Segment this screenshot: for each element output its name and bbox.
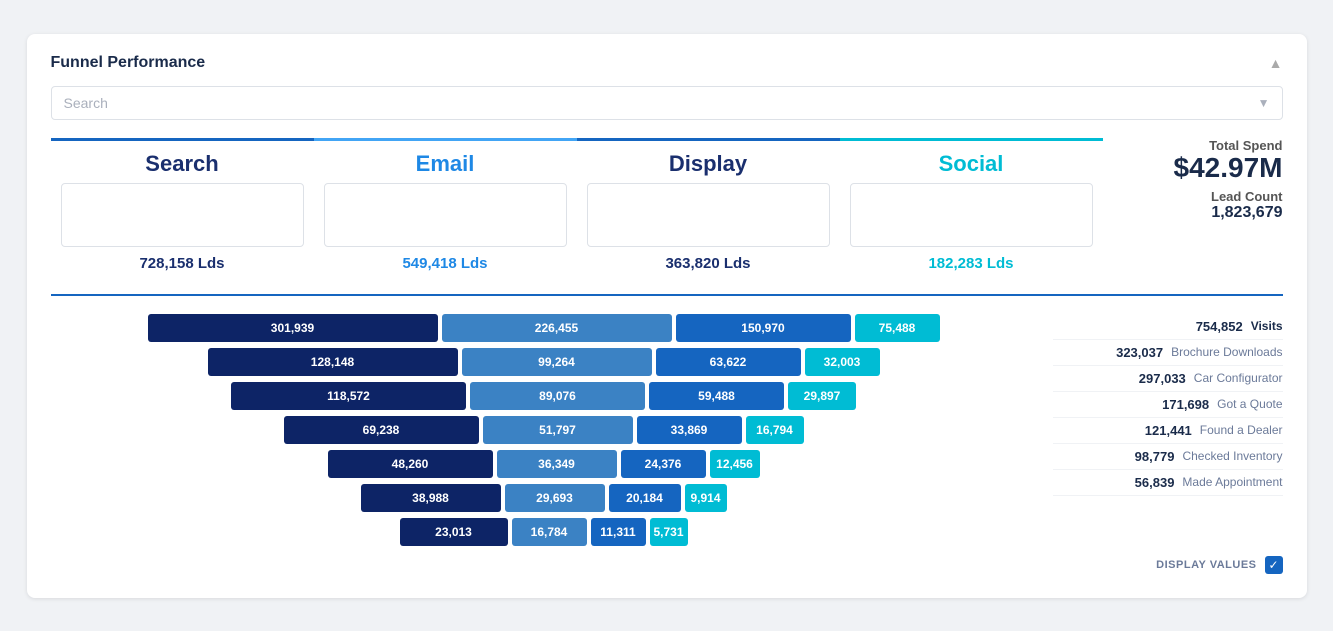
main-content: 301,939226,455150,97075,488 128,14899,264… xyxy=(51,314,1283,546)
funnel-bar: 99,264 xyxy=(462,348,652,376)
display-values-label: DISPLAY VALUES xyxy=(1156,559,1256,571)
funnel-bar: 38,988 xyxy=(361,484,501,512)
legend-panel: 754,852 Visits 323,037 Brochure Downloads 29… xyxy=(1053,314,1283,546)
channel-search-leads: 728,158 Lds xyxy=(139,255,224,272)
channel-search-name: Search xyxy=(145,151,218,177)
funnel-bar: 36,349 xyxy=(497,450,617,478)
channel-search[interactable]: Search 728,158 Lds xyxy=(51,138,314,272)
legend-row: 754,852 Visits xyxy=(1053,314,1283,340)
funnel-bar: 23,013 xyxy=(400,518,508,546)
channel-email-leads: 549,418 Lds xyxy=(402,255,487,272)
funnel-bar: 5,731 xyxy=(650,518,688,546)
funnel-bar-row: 38,98829,69320,1849,914 xyxy=(51,484,1037,512)
funnel-bar: 12,456 xyxy=(710,450,760,478)
funnel-bar: 51,797 xyxy=(483,416,633,444)
channel-display-name: Display xyxy=(669,151,747,177)
lead-count-value: 1,823,679 xyxy=(1211,204,1282,222)
legend-label: Brochure Downloads xyxy=(1171,345,1282,359)
display-values-row: DISPLAY VALUES ✓ xyxy=(51,556,1283,574)
legend-label: Car Configurator xyxy=(1194,371,1283,385)
channel-social[interactable]: Social 182,283 Lds xyxy=(840,138,1103,272)
funnel-bar-row: 301,939226,455150,97075,488 xyxy=(51,314,1037,342)
channel-display[interactable]: Display 363,820 Lds xyxy=(577,138,840,272)
total-spend-value: $42.97M xyxy=(1174,153,1283,184)
funnel-bars: 301,939226,455150,97075,488 128,14899,264… xyxy=(51,314,1037,546)
funnel-bar: 63,622 xyxy=(656,348,801,376)
legend-label: Got a Quote xyxy=(1217,397,1282,411)
section-divider xyxy=(51,294,1283,296)
funnel-bar: 20,184 xyxy=(609,484,681,512)
legend-value: 121,441 xyxy=(1137,423,1192,438)
channel-email-name: Email xyxy=(416,151,475,177)
legend-value: 297,033 xyxy=(1131,371,1186,386)
funnel-bar: 118,572 xyxy=(231,382,466,410)
channel-display-leads: 363,820 Lds xyxy=(665,255,750,272)
funnel-bar: 24,376 xyxy=(621,450,706,478)
channel-social-leads: 182,283 Lds xyxy=(928,255,1013,272)
legend-row: 323,037 Brochure Downloads xyxy=(1053,340,1283,366)
funnel-bar: 226,455 xyxy=(442,314,672,342)
funnel-bar: 11,311 xyxy=(591,518,646,546)
channel-display-frame xyxy=(587,183,830,247)
search-placeholder: Search xyxy=(64,95,108,111)
legend-label: Found a Dealer xyxy=(1200,423,1283,437)
funnel-bar: 29,693 xyxy=(505,484,605,512)
card-header: Funnel Performance ▲ xyxy=(51,54,1283,72)
card-title: Funnel Performance xyxy=(51,54,206,72)
search-dropdown[interactable]: Search ▼ xyxy=(51,86,1283,120)
funnel-bar: 75,488 xyxy=(855,314,940,342)
funnel-bar: 32,003 xyxy=(805,348,880,376)
lead-count-label: Lead Count xyxy=(1211,189,1283,204)
funnel-bar-row: 118,57289,07659,48829,897 xyxy=(51,382,1037,410)
funnel-bar: 33,869 xyxy=(637,416,742,444)
funnel-bar: 128,148 xyxy=(208,348,458,376)
funnel-bar: 16,794 xyxy=(746,416,804,444)
legend-value: 56,839 xyxy=(1119,475,1174,490)
legend-label: Made Appointment xyxy=(1182,475,1282,489)
funnel-bar: 301,939 xyxy=(148,314,438,342)
funnel-bar-row: 48,26036,34924,37612,456 xyxy=(51,450,1037,478)
channel-social-name: Social xyxy=(939,151,1004,177)
funnel-bar: 9,914 xyxy=(685,484,727,512)
legend-row: 56,839 Made Appointment xyxy=(1053,470,1283,496)
legend-row: 171,698 Got a Quote xyxy=(1053,392,1283,418)
channel-email-frame xyxy=(324,183,567,247)
funnel-performance-card: Funnel Performance ▲ Search ▼ Search 728… xyxy=(27,34,1307,598)
channel-social-frame xyxy=(850,183,1093,247)
funnel-bar-row: 69,23851,79733,86916,794 xyxy=(51,416,1037,444)
collapse-icon[interactable]: ▲ xyxy=(1269,55,1283,71)
dropdown-arrow-icon: ▼ xyxy=(1258,96,1270,110)
funnel-bar: 29,897 xyxy=(788,382,856,410)
total-spend-label: Total Spend xyxy=(1209,138,1282,153)
funnel-bar: 59,488 xyxy=(649,382,784,410)
funnel-bar: 150,970 xyxy=(676,314,851,342)
channels-row: Search 728,158 Lds Email 549,418 Lds Dis… xyxy=(51,138,1103,272)
funnel-bar: 89,076 xyxy=(470,382,645,410)
legend-label: Visits xyxy=(1251,319,1283,333)
channel-search-frame xyxy=(61,183,304,247)
legend-row: 121,441 Found a Dealer xyxy=(1053,418,1283,444)
legend-value: 754,852 xyxy=(1188,319,1243,334)
legend-label: Checked Inventory xyxy=(1182,449,1282,463)
legend-row: 297,033 Car Configurator xyxy=(1053,366,1283,392)
legend-row: 98,779 Checked Inventory xyxy=(1053,444,1283,470)
channel-email[interactable]: Email 549,418 Lds xyxy=(314,138,577,272)
display-values-checkbox[interactable]: ✓ xyxy=(1265,556,1283,574)
funnel-bar-row: 128,14899,26463,62232,003 xyxy=(51,348,1037,376)
legend-value: 171,698 xyxy=(1154,397,1209,412)
funnel-bar-row: 23,01316,78411,3115,731 xyxy=(51,518,1037,546)
legend-value: 98,779 xyxy=(1119,449,1174,464)
funnel-bar: 16,784 xyxy=(512,518,587,546)
totals-block: Total Spend $42.97M Lead Count 1,823,679 xyxy=(1103,138,1283,223)
funnel-bar: 69,238 xyxy=(284,416,479,444)
funnel-bar: 48,260 xyxy=(328,450,493,478)
legend-value: 323,037 xyxy=(1108,345,1163,360)
